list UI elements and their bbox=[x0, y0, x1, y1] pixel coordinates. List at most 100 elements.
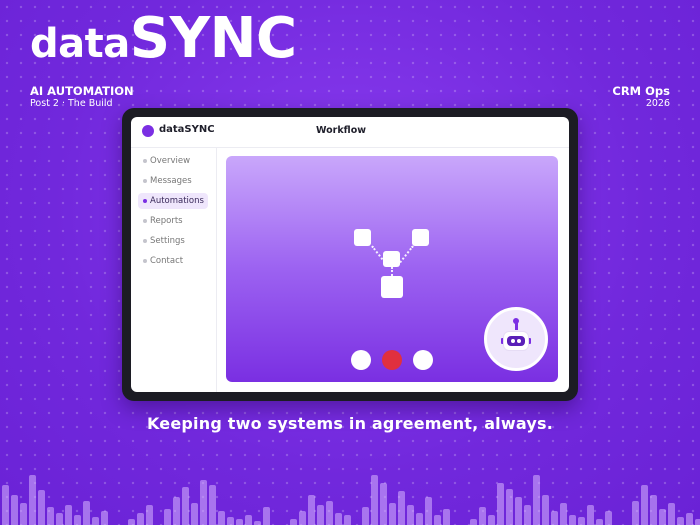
equalizer-bar bbox=[578, 517, 585, 525]
equalizer-bar bbox=[11, 495, 18, 525]
equalizer-bar bbox=[299, 511, 306, 525]
equalizer-bar bbox=[443, 509, 450, 525]
robot-antenna-stem bbox=[514, 322, 518, 330]
brand-title: dataSYNC bbox=[30, 4, 297, 79]
page-title: Workflow bbox=[316, 125, 367, 136]
equalizer-bar bbox=[560, 503, 567, 525]
equalizer-bar bbox=[137, 513, 144, 525]
equalizer-bar bbox=[479, 507, 486, 525]
equalizer-bar bbox=[128, 519, 135, 525]
equalizer-bar bbox=[308, 495, 315, 525]
equalizer-bar bbox=[605, 511, 612, 525]
equalizer-bar bbox=[2, 485, 9, 525]
equalizer-bar bbox=[398, 491, 405, 525]
equalizer-bar bbox=[524, 505, 531, 525]
equalizer-bar bbox=[425, 497, 432, 525]
equalizer-bar bbox=[344, 515, 351, 525]
equalizer-bar bbox=[245, 515, 252, 525]
equalizer-bar bbox=[38, 490, 45, 525]
sidebar-item-label: Automations bbox=[150, 196, 204, 206]
equalizer-bar bbox=[101, 511, 108, 525]
equalizer-bar bbox=[92, 517, 99, 525]
robot-eye bbox=[511, 339, 515, 343]
sidebar-item-label: Overview bbox=[150, 156, 191, 166]
equalizer-bar bbox=[434, 515, 441, 525]
equalizer-bar bbox=[227, 517, 234, 525]
series-label: AI AUTOMATION bbox=[30, 84, 134, 98]
equalizer-bar bbox=[362, 507, 369, 525]
series-tag: AI AUTOMATION Post 2 · The Build bbox=[30, 84, 134, 110]
sidebar: Overview Messages Automations Reports Se… bbox=[131, 148, 217, 392]
step-dot[interactable] bbox=[413, 350, 433, 370]
equalizer-bar bbox=[218, 511, 225, 525]
equalizer-bar bbox=[56, 513, 63, 525]
step-dot-active[interactable] bbox=[382, 350, 402, 370]
equalizer-bar bbox=[686, 513, 693, 525]
equalizer-bar bbox=[209, 485, 216, 525]
equalizer-bar bbox=[83, 501, 90, 525]
equalizer-bar bbox=[65, 505, 72, 525]
year-label: 2026 bbox=[645, 98, 670, 109]
equalizer-bar bbox=[317, 505, 324, 525]
sidebar-item-label: Reports bbox=[150, 216, 183, 226]
sidebar-item-label: Contact bbox=[150, 256, 184, 266]
brand-title-upper: SYNC bbox=[129, 6, 297, 71]
equalizer-bar bbox=[182, 487, 189, 525]
equalizer-bar bbox=[551, 511, 558, 525]
assistant-badge[interactable] bbox=[484, 307, 548, 371]
equalizer-bar bbox=[515, 497, 522, 525]
equalizer-bar bbox=[506, 489, 513, 525]
robot-icon bbox=[504, 332, 528, 350]
sidebar-item-overview[interactable]: Overview bbox=[138, 153, 208, 169]
equalizer-bar bbox=[497, 483, 504, 525]
equalizer-bar bbox=[173, 497, 180, 525]
sidebar-item-messages[interactable]: Messages bbox=[138, 173, 208, 189]
bullet-icon bbox=[143, 159, 147, 163]
sidebar-item-label: Messages bbox=[150, 176, 192, 186]
robot-eye bbox=[517, 339, 521, 343]
equalizer-bar bbox=[29, 475, 36, 525]
equalizer-bar bbox=[326, 501, 333, 525]
workflow-node-merge[interactable] bbox=[383, 251, 400, 267]
app-topbar: dataSYNC Workflow bbox=[131, 117, 569, 148]
equalizer-bar bbox=[389, 503, 396, 525]
topic-label: CRM Ops bbox=[612, 84, 670, 98]
workflow-node-output[interactable] bbox=[381, 276, 403, 298]
sidebar-item-settings[interactable]: Settings bbox=[138, 233, 208, 249]
equalizer-bar bbox=[47, 507, 54, 525]
equalizer-bar bbox=[416, 513, 423, 525]
bullet-icon bbox=[143, 219, 147, 223]
equalizer-bar bbox=[587, 505, 594, 525]
sidebar-item-reports[interactable]: Reports bbox=[138, 213, 208, 229]
bullet-icon bbox=[143, 239, 147, 243]
workflow-node-source[interactable] bbox=[354, 229, 371, 246]
post-label: Post 2 · The Build bbox=[30, 98, 113, 109]
bullet-icon bbox=[143, 179, 147, 183]
app-window: dataSYNC Workflow Overview Messages Auto… bbox=[131, 117, 569, 392]
step-dot[interactable] bbox=[351, 350, 371, 370]
equalizer-bar bbox=[290, 519, 297, 525]
equalizer-bar bbox=[407, 505, 414, 525]
equalizer-bar bbox=[668, 503, 675, 525]
brand-title-lower: data bbox=[30, 21, 130, 67]
equalizer-bar bbox=[146, 505, 153, 525]
robot-face bbox=[507, 336, 525, 346]
equalizer-bar bbox=[263, 507, 270, 525]
sidebar-item-label: Settings bbox=[150, 236, 185, 246]
equalizer-bar bbox=[641, 485, 648, 525]
topic-tag: CRM Ops 2026 bbox=[612, 84, 670, 110]
robot-ear bbox=[528, 338, 531, 344]
workflow-node-target[interactable] bbox=[412, 229, 429, 246]
equalizer-bar bbox=[380, 483, 387, 525]
equalizer-bar bbox=[200, 480, 207, 525]
sidebar-item-contact[interactable]: Contact bbox=[138, 253, 208, 269]
equalizer-bar bbox=[236, 519, 243, 525]
sidebar-item-automations[interactable]: Automations bbox=[138, 193, 208, 209]
equalizer-bar bbox=[542, 495, 549, 525]
equalizer-bar bbox=[677, 517, 684, 525]
bullet-icon bbox=[143, 199, 147, 203]
equalizer-decoration bbox=[0, 460, 700, 525]
equalizer-bar bbox=[470, 519, 477, 525]
equalizer-bar bbox=[569, 515, 576, 525]
equalizer-bar bbox=[488, 515, 495, 525]
